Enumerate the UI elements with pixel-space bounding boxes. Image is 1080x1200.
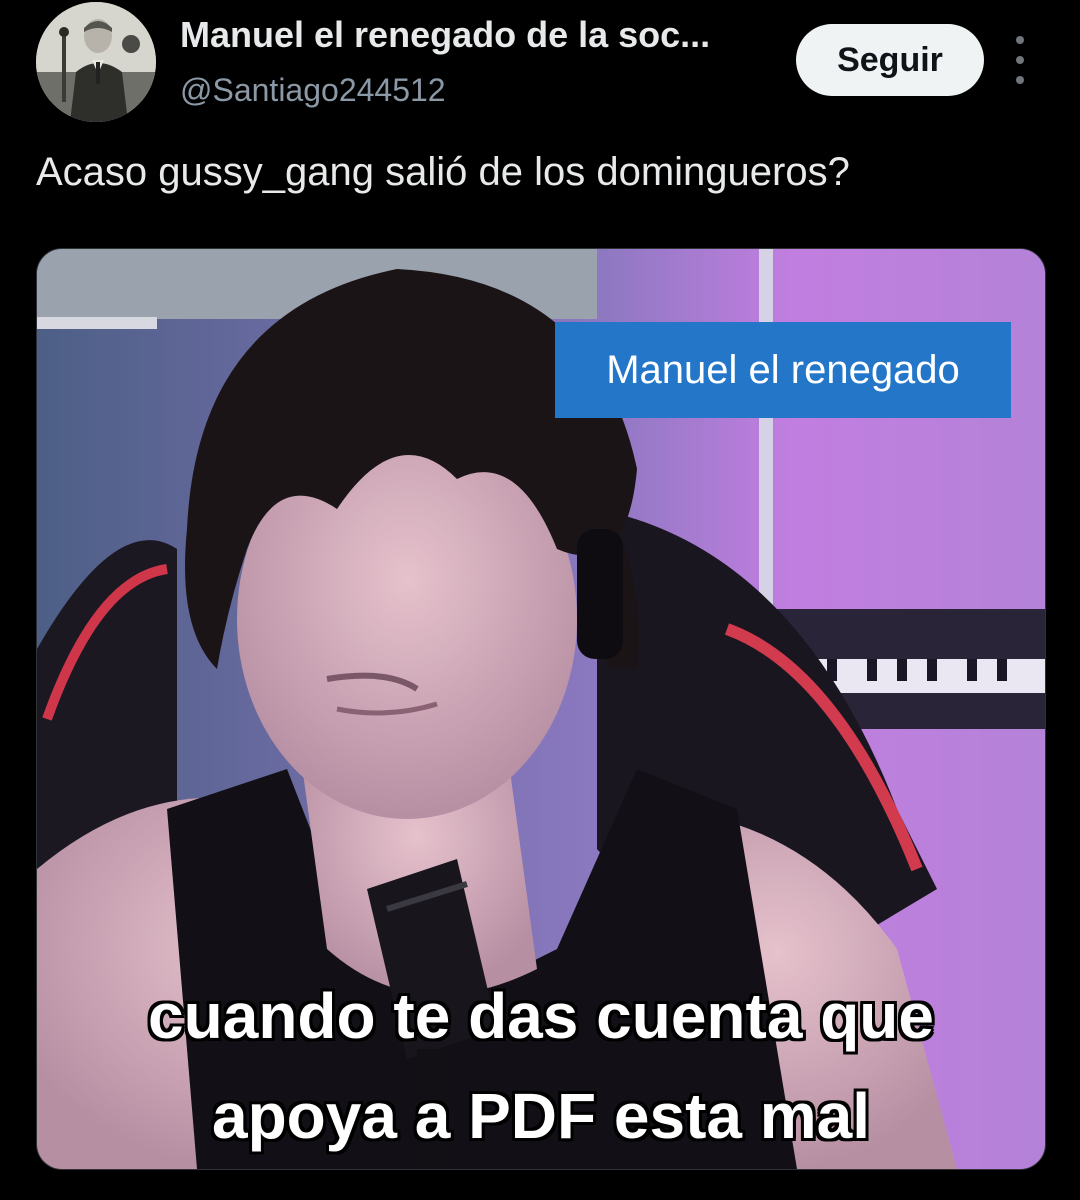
avatar-photo-icon	[36, 2, 156, 122]
follow-button[interactable]: Seguir	[796, 24, 984, 96]
more-options-button[interactable]	[1004, 36, 1036, 84]
meme-caption-line-2: apoya a PDF esta mal	[211, 1080, 871, 1152]
author-display-name[interactable]: Manuel el renegado de la soc...	[180, 14, 780, 56]
more-vertical-icon	[1016, 36, 1024, 44]
tweet-media-image[interactable]: Manuel el renegado cuando te das cuenta …	[36, 248, 1046, 1170]
more-vertical-icon-dot	[1016, 56, 1024, 64]
meme-name-tag: Manuel el renegado	[555, 322, 1011, 418]
more-vertical-icon-dot	[1016, 76, 1024, 84]
author-avatar[interactable]	[36, 2, 156, 122]
author-handle[interactable]: @Santiago244512	[180, 72, 446, 109]
meme-caption-line-1: cuando te das cuenta que	[148, 980, 934, 1052]
tweet-text: Acaso gussy_gang salió de los dominguero…	[36, 150, 850, 194]
post-header: Manuel el renegado de la soc... @Santiag…	[0, 0, 1080, 130]
